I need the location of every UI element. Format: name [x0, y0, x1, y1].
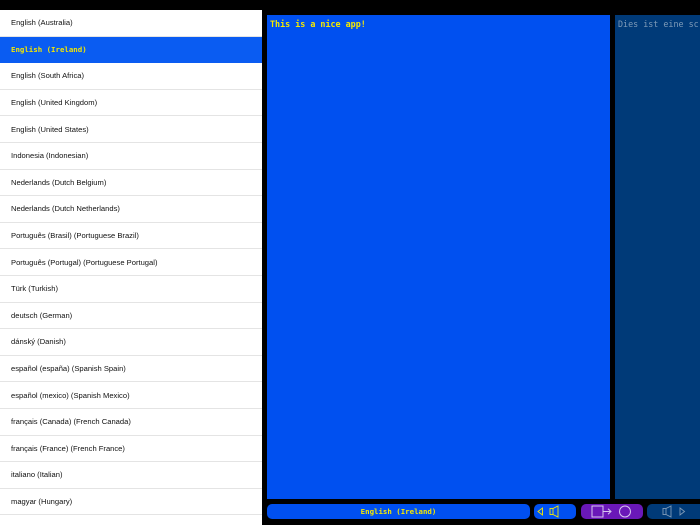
language-option[interactable]: English (Ireland) [0, 36, 262, 64]
language-option[interactable]: Nederlands (Dutch Netherlands) [0, 196, 262, 223]
language-option-label: Türk (Turkish) [11, 284, 58, 294]
language-option[interactable]: magyar (Hungary) [0, 489, 262, 516]
language-option[interactable]: deutsch (German) [0, 303, 262, 330]
language-option[interactable]: Indonesia (Indonesian) [0, 143, 262, 170]
language-option[interactable]: English (United Kingdom) [0, 90, 262, 117]
speak-source-button[interactable] [534, 504, 576, 519]
language-option-label: español (mexico) (Spanish Mexico) [11, 390, 130, 400]
language-option-label: Português (Brasil) (Portuguese Brazil) [11, 231, 139, 241]
language-option-label: English (United States) [11, 124, 89, 134]
language-option[interactable]: Türk (Turkish) [0, 276, 262, 303]
language-option-label: Português (Portugal) (Portuguese Portuga… [11, 257, 158, 267]
language-option-label: Nederlands (Dutch Belgium) [11, 177, 107, 187]
language-option-label: deutsch (German) [11, 310, 73, 320]
source-text[interactable]: This is a nice app! [270, 19, 366, 29]
language-option-label: dánský (Danish) [11, 337, 66, 347]
language-option-label: magyar (Hungary) [11, 496, 73, 506]
language-option-label: English (South Africa) [11, 71, 85, 81]
language-option-label: Nederlands (Dutch Netherlands) [11, 204, 120, 214]
language-option-label: English (Australia) [11, 18, 73, 28]
language-option-label: español (españa) (Spanish Spain) [11, 364, 126, 374]
language-option[interactable]: English (Australia) [0, 10, 262, 37]
translation-text: Dies ist eine sc [618, 19, 699, 29]
swap-arrow-icon [591, 505, 631, 518]
swap-languages-button[interactable] [581, 504, 643, 519]
source-text-panel[interactable]: This is a nice app! [267, 15, 610, 499]
language-option[interactable]: Português (Brasil) (Portuguese Brazil) [0, 223, 262, 250]
speaker-icon [662, 505, 686, 518]
language-option-label: français (Canada) (French Canada) [11, 417, 131, 427]
language-option-label: Indonesia (Indonesian) [11, 151, 89, 161]
language-option[interactable]: English (United States) [0, 116, 262, 143]
speak-translation-button[interactable] [647, 504, 700, 519]
language-option-label: français (France) (French France) [11, 443, 125, 453]
language-option-label: English (United Kingdom) [11, 98, 98, 108]
language-list: English (Australia) English (Ireland) Engl… [0, 10, 262, 525]
language-option-label: italiano (Italian) [11, 470, 63, 480]
language-option[interactable]: español (españa) (Spanish Spain) [0, 356, 262, 383]
speaker-icon [537, 505, 559, 518]
language-option[interactable]: italiano (Italian) [0, 462, 262, 489]
language-option[interactable]: Português (Portugal) (Portuguese Portuga… [0, 249, 262, 276]
language-option-label: English (Ireland) [11, 44, 87, 54]
translation-panel[interactable]: Dies ist eine sc [615, 15, 700, 499]
language-option[interactable]: Nederlands (Dutch Belgium) [0, 170, 262, 197]
language-option[interactable]: español (mexico) (Spanish Mexico) [0, 382, 262, 409]
source-language-button[interactable]: English (Ireland) [267, 504, 530, 519]
language-option[interactable]: français (France) (French France) [0, 436, 262, 463]
language-option[interactable]: dánský (Danish) [0, 329, 262, 356]
language-option[interactable]: English (South Africa) [0, 63, 262, 90]
language-option[interactable]: français (Canada) (French Canada) [0, 409, 262, 436]
